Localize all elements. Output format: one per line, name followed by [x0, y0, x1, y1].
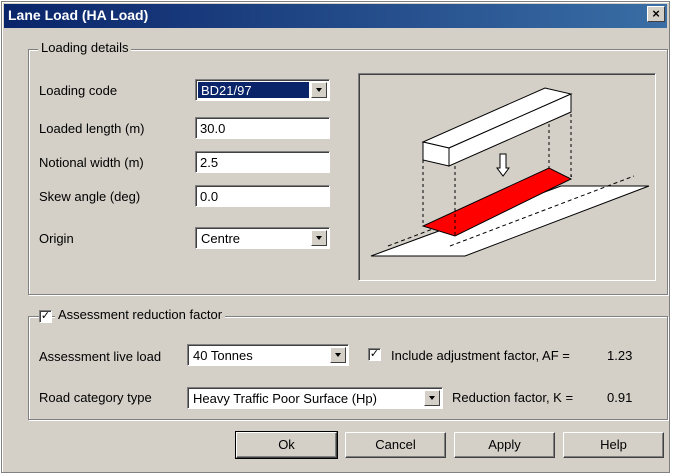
- chevron-down-icon[interactable]: [311, 82, 327, 98]
- window-title: Lane Load (HA Load): [8, 7, 149, 23]
- reduction-factor-value: 0.91: [607, 390, 633, 405]
- road-category-value: Heavy Traffic Poor Surface (Hp): [193, 391, 377, 406]
- ok-button[interactable]: Ok: [235, 431, 338, 459]
- af-value: 1.23: [607, 348, 633, 363]
- lane-load-illustration: [370, 87, 650, 257]
- loaded-length-input[interactable]: 30.0: [195, 117, 330, 139]
- road-category-label: Road category type: [39, 390, 152, 405]
- assessment-checkbox[interactable]: ✓: [39, 310, 52, 323]
- close-icon: ×: [652, 6, 660, 21]
- skew-angle-input[interactable]: 0.0: [195, 185, 330, 207]
- assessment-live-load-value: 40 Tonnes: [193, 348, 253, 363]
- dialog-window: Lane Load (HA Load) × Loading details Lo…: [1, 1, 670, 473]
- notional-width-input[interactable]: 2.5: [195, 151, 330, 173]
- road-category-select[interactable]: Heavy Traffic Poor Surface (Hp): [187, 387, 443, 409]
- chevron-down-icon[interactable]: [311, 230, 327, 246]
- loading-code-select[interactable]: BD21/97: [195, 79, 330, 101]
- skew-angle-label: Skew angle (deg): [39, 189, 141, 204]
- chevron-down-icon[interactable]: [330, 347, 346, 363]
- title-bar[interactable]: Lane Load (HA Load) ×: [4, 4, 667, 28]
- origin-select[interactable]: Centre: [195, 227, 330, 249]
- assessment-live-load-select[interactable]: 40 Tonnes: [187, 344, 349, 366]
- notional-width-label: Notional width (m): [39, 155, 144, 170]
- include-af-label: Include adjustment factor, AF =: [391, 348, 570, 363]
- include-af-checkbox[interactable]: ✓: [368, 348, 381, 361]
- loading-code-label: Loading code: [39, 83, 118, 98]
- assessment-legend: Assessment reduction factor: [55, 307, 226, 322]
- help-button[interactable]: Help: [563, 432, 664, 458]
- reduction-factor-label: Reduction factor, K =: [452, 390, 574, 405]
- down-arrow-icon: [496, 153, 510, 177]
- assessment-live-load-label: Assessment live load: [39, 349, 162, 364]
- loading-details-legend: Loading details: [38, 40, 132, 55]
- origin-value: Centre: [201, 231, 241, 246]
- origin-label: Origin: [39, 231, 74, 246]
- loading-code-value: BD21/97: [198, 82, 309, 98]
- close-button[interactable]: ×: [647, 6, 665, 22]
- apply-button[interactable]: Apply: [454, 432, 555, 458]
- cancel-button[interactable]: Cancel: [345, 432, 446, 458]
- chevron-down-icon[interactable]: [424, 390, 440, 406]
- loaded-length-label: Loaded length (m): [39, 121, 145, 136]
- lane-load-diagram: [358, 73, 656, 281]
